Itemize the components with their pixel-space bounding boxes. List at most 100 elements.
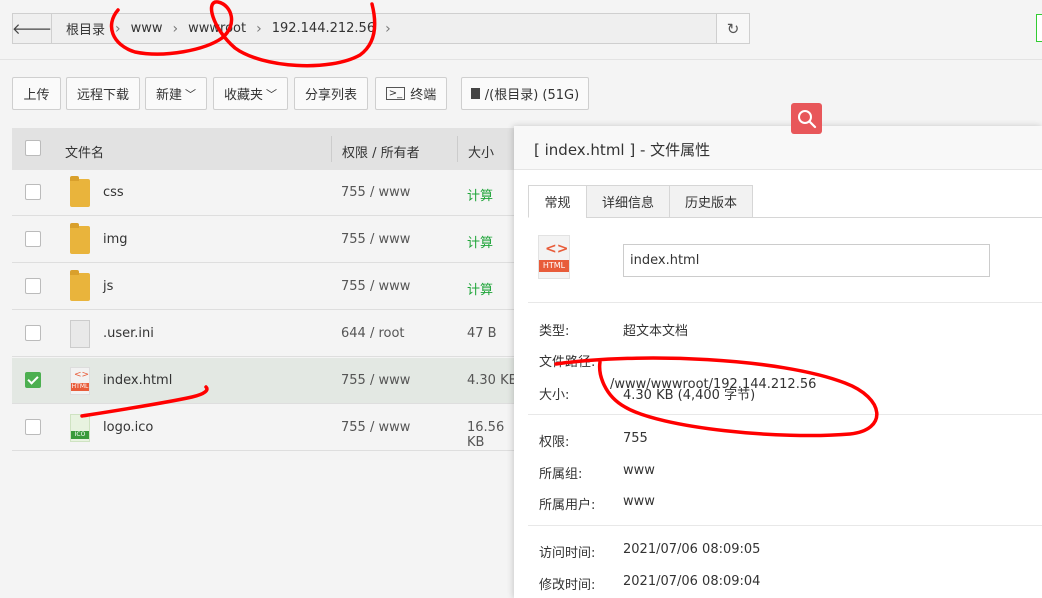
- upload-button[interactable]: 上传: [12, 77, 61, 110]
- html-file-icon: <> HTML: [70, 367, 90, 395]
- file-name[interactable]: .user.ini: [103, 326, 154, 341]
- search-button[interactable]: [791, 103, 822, 134]
- access-time-label: 访问时间:: [539, 546, 596, 561]
- breadcrumb-wwwroot[interactable]: wwwroot: [182, 21, 252, 36]
- row-checkbox[interactable]: [25, 278, 41, 294]
- tab-underline: [753, 217, 1042, 218]
- code-brackets-icon: <>: [545, 241, 569, 257]
- breadcrumb-www[interactable]: www: [125, 21, 169, 36]
- table-row[interactable]: js 755 / www 计算: [12, 264, 522, 310]
- row-checkbox[interactable]: [25, 184, 41, 200]
- file-name[interactable]: index.html: [103, 373, 172, 388]
- access-time-value: 2021/07/06 08:09:05: [623, 542, 761, 557]
- search-icon: [797, 109, 816, 128]
- terminal-label: 终端: [410, 88, 437, 103]
- tab-details-label: 详细信息: [601, 196, 654, 211]
- dialog-title: [ index.html ] - 文件属性: [534, 141, 711, 159]
- header-size[interactable]: 大小: [468, 142, 494, 161]
- file-permission[interactable]: 644 / root: [341, 326, 405, 341]
- html-icon-label: HTML: [539, 260, 569, 272]
- folder-icon: [70, 270, 90, 301]
- share-list-label: 分享列表: [304, 88, 357, 103]
- dialog-title-bar: [ index.html ] - 文件属性: [514, 126, 1042, 170]
- html-file-icon: <> HTML: [538, 235, 570, 279]
- file-name[interactable]: css: [103, 185, 124, 200]
- tab-general-label: 常规: [544, 196, 571, 211]
- select-all-checkbox[interactable]: [25, 140, 41, 156]
- type-label: 类型:: [539, 324, 570, 339]
- refresh-button[interactable]: ↻: [716, 14, 749, 43]
- disk-button[interactable]: /(根目录) (51G): [461, 77, 589, 110]
- permission-label: 权限:: [539, 435, 570, 450]
- table-row-selected[interactable]: <> HTML index.html 755 / www 4.30 KB: [12, 358, 522, 404]
- file-size: 4.30 KB: [467, 373, 518, 388]
- disk-icon: [470, 88, 480, 99]
- file-name[interactable]: img: [103, 232, 128, 247]
- refresh-icon: ↻: [726, 19, 740, 38]
- modified-time-label: 修改时间:: [539, 578, 596, 593]
- column-divider: [331, 136, 332, 162]
- file-size: 47 B: [467, 326, 497, 341]
- row-checkbox[interactable]: [25, 419, 41, 435]
- filename-input[interactable]: [623, 244, 990, 277]
- share-list-button[interactable]: 分享列表: [294, 77, 368, 110]
- chevron-right-icon: ›: [256, 20, 262, 37]
- file-icon: [70, 320, 90, 348]
- arrow-left-icon: 🡐: [11, 20, 53, 38]
- permission-value: 755: [623, 431, 648, 446]
- row-checkbox-checked[interactable]: [25, 372, 41, 388]
- new-button[interactable]: 新建 ﹀: [145, 77, 207, 110]
- search-box-edge[interactable]: [1036, 14, 1042, 42]
- divider: [0, 59, 1042, 60]
- calc-size-link[interactable]: 计算: [467, 279, 493, 298]
- chevron-down-icon: ﹀: [185, 87, 196, 101]
- ico-icon-label: ICO: [71, 431, 89, 439]
- table-row[interactable]: .user.ini 644 / root 47 B: [12, 311, 522, 357]
- divider: [528, 525, 1042, 526]
- chevron-right-icon: ›: [172, 20, 179, 37]
- remote-download-button[interactable]: 远程下载: [66, 77, 140, 110]
- file-permission[interactable]: 755 / www: [341, 185, 410, 200]
- new-label: 新建: [155, 88, 182, 103]
- tab-history[interactable]: 历史版本: [669, 185, 753, 218]
- tab-general[interactable]: 常规: [528, 185, 587, 218]
- group-value: www: [623, 463, 655, 478]
- terminal-icon: >_: [385, 87, 406, 100]
- table-row[interactable]: ICO logo.ico 755 / www 16.56 KB: [12, 405, 522, 451]
- favorites-button[interactable]: 收藏夹 ﹀: [213, 77, 288, 110]
- table-row[interactable]: img 755 / www 计算: [12, 217, 522, 263]
- breadcrumb-site[interactable]: 192.144.212.56: [266, 21, 381, 36]
- tab-details[interactable]: 详细信息: [586, 185, 670, 218]
- favorites-label: 收藏夹: [223, 88, 263, 103]
- header-filename[interactable]: 文件名: [65, 142, 104, 161]
- file-permission[interactable]: 755 / www: [341, 373, 410, 388]
- back-button[interactable]: 🡐: [11, 14, 53, 43]
- divider: [528, 414, 1042, 415]
- folder-icon: [70, 223, 90, 254]
- file-permission[interactable]: 755 / www: [341, 232, 410, 247]
- file-permission[interactable]: 755 / www: [341, 420, 410, 435]
- file-table-header: 文件名 权限 / 所有者 大小: [12, 128, 522, 170]
- file-permission[interactable]: 755 / www: [341, 279, 410, 294]
- user-label: 所属用户:: [539, 498, 596, 513]
- column-divider: [457, 136, 458, 162]
- type-value: 超文本文档: [623, 324, 689, 339]
- upload-label: 上传: [23, 88, 50, 103]
- breadcrumb-root[interactable]: 根目录: [60, 19, 111, 38]
- divider: [528, 302, 1042, 303]
- row-checkbox[interactable]: [25, 325, 41, 341]
- table-row[interactable]: css 755 / www 计算: [12, 170, 522, 216]
- terminal-button[interactable]: >_ 终端: [375, 77, 447, 110]
- file-name[interactable]: logo.ico: [103, 420, 153, 435]
- row-checkbox[interactable]: [25, 231, 41, 247]
- calc-size-link[interactable]: 计算: [467, 185, 493, 204]
- chevron-right-icon: ›: [115, 20, 121, 37]
- calc-size-link[interactable]: 计算: [467, 232, 493, 251]
- header-permission[interactable]: 权限 / 所有者: [342, 142, 420, 161]
- file-name[interactable]: js: [103, 279, 113, 294]
- ico-file-icon: ICO: [70, 414, 90, 442]
- remote-download-label: 远程下载: [76, 88, 129, 103]
- html-icon-label: HTML: [71, 383, 89, 391]
- code-brackets-icon: <>: [74, 370, 90, 380]
- tab-history-label: 历史版本: [684, 196, 737, 211]
